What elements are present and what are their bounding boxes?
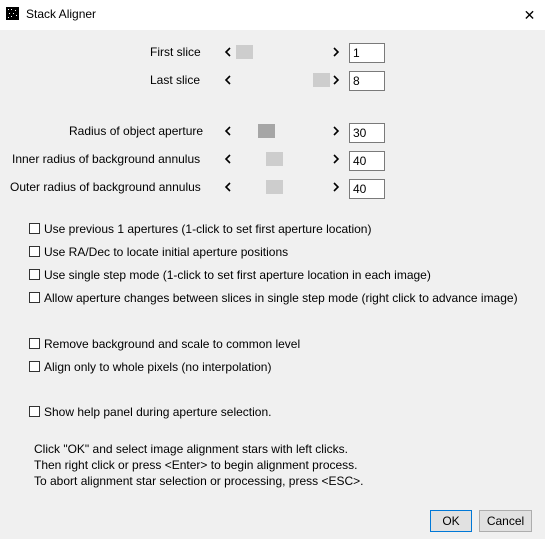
- last-slice-slider-track[interactable]: [236, 73, 330, 87]
- ok-button[interactable]: OK: [430, 510, 472, 532]
- outer-annulus-radius-slider-track[interactable]: [236, 180, 330, 194]
- inner-annulus-radius-slider-thumb[interactable]: [266, 152, 283, 166]
- allow-aperture-changes-label: Allow aperture changes between slices in…: [44, 291, 518, 305]
- inner-annulus-radius-decrement-button[interactable]: [222, 152, 234, 166]
- last-slice-label: Last slice: [150, 73, 201, 87]
- inner-annulus-radius-increment-button[interactable]: [330, 152, 342, 166]
- object-aperture-radius-field[interactable]: 30: [349, 123, 385, 143]
- imagej-window-icon: [6, 7, 19, 20]
- last-slice-increment-button[interactable]: [330, 73, 342, 87]
- outer-annulus-radius-label: Outer radius of background annulus: [10, 180, 201, 194]
- last-slice-field[interactable]: 8: [349, 71, 385, 91]
- inner-annulus-radius-label: Inner radius of background annulus: [12, 152, 201, 166]
- title-bar: Stack Aligner ✕: [0, 0, 545, 30]
- outer-annulus-radius-increment-button[interactable]: [330, 180, 342, 194]
- outer-annulus-radius-slider-thumb[interactable]: [266, 180, 283, 194]
- first-slice-field[interactable]: 1: [349, 43, 385, 63]
- object-aperture-radius-increment-button[interactable]: [330, 124, 342, 138]
- object-aperture-radius-slider-thumb[interactable]: [258, 124, 275, 138]
- close-icon[interactable]: ✕: [514, 0, 545, 30]
- single-step-mode-label: Use single step mode (1-click to set fir…: [44, 268, 431, 282]
- whole-pixels-checkbox[interactable]: [29, 361, 40, 372]
- last-slice-decrement-button[interactable]: [222, 73, 234, 87]
- remove-background-checkbox[interactable]: [29, 338, 40, 349]
- use-previous-apertures-label: Use previous 1 apertures (1-click to set…: [44, 222, 372, 236]
- whole-pixels-label: Align only to whole pixels (no interpola…: [44, 360, 272, 374]
- inner-annulus-radius-field[interactable]: 40: [349, 151, 385, 171]
- inner-annulus-radius-slider-track[interactable]: [236, 152, 330, 166]
- use-radec-checkbox[interactable]: [29, 246, 40, 257]
- first-slice-increment-button[interactable]: [330, 45, 342, 59]
- last-slice-slider-thumb[interactable]: [313, 73, 330, 87]
- allow-aperture-changes-checkbox[interactable]: [29, 292, 40, 303]
- outer-annulus-radius-decrement-button[interactable]: [222, 180, 234, 194]
- object-aperture-radius-label: Radius of object aperture: [69, 124, 204, 138]
- cancel-button[interactable]: Cancel: [479, 510, 532, 532]
- instruction-line: To abort alignment star selection or pro…: [34, 474, 364, 488]
- outer-annulus-radius-field[interactable]: 40: [349, 179, 385, 199]
- use-previous-apertures-checkbox[interactable]: [29, 223, 40, 234]
- use-radec-label: Use RA/Dec to locate initial aperture po…: [44, 245, 289, 259]
- window-title: Stack Aligner: [26, 7, 97, 21]
- remove-background-label: Remove background and scale to common le…: [44, 337, 301, 351]
- instruction-line: Then right click or press <Enter> to beg…: [34, 458, 358, 472]
- first-slice-slider-track[interactable]: [236, 45, 330, 59]
- object-aperture-radius-slider-track[interactable]: [236, 124, 330, 138]
- first-slice-label: First slice: [150, 45, 201, 59]
- first-slice-decrement-button[interactable]: [222, 45, 234, 59]
- instruction-line: Click "OK" and select image alignment st…: [34, 442, 348, 456]
- single-step-mode-checkbox[interactable]: [29, 269, 40, 280]
- show-help-panel-label: Show help panel during aperture selectio…: [44, 405, 272, 419]
- show-help-panel-checkbox[interactable]: [29, 406, 40, 417]
- object-aperture-radius-decrement-button[interactable]: [222, 124, 234, 138]
- first-slice-slider-thumb[interactable]: [236, 45, 253, 59]
